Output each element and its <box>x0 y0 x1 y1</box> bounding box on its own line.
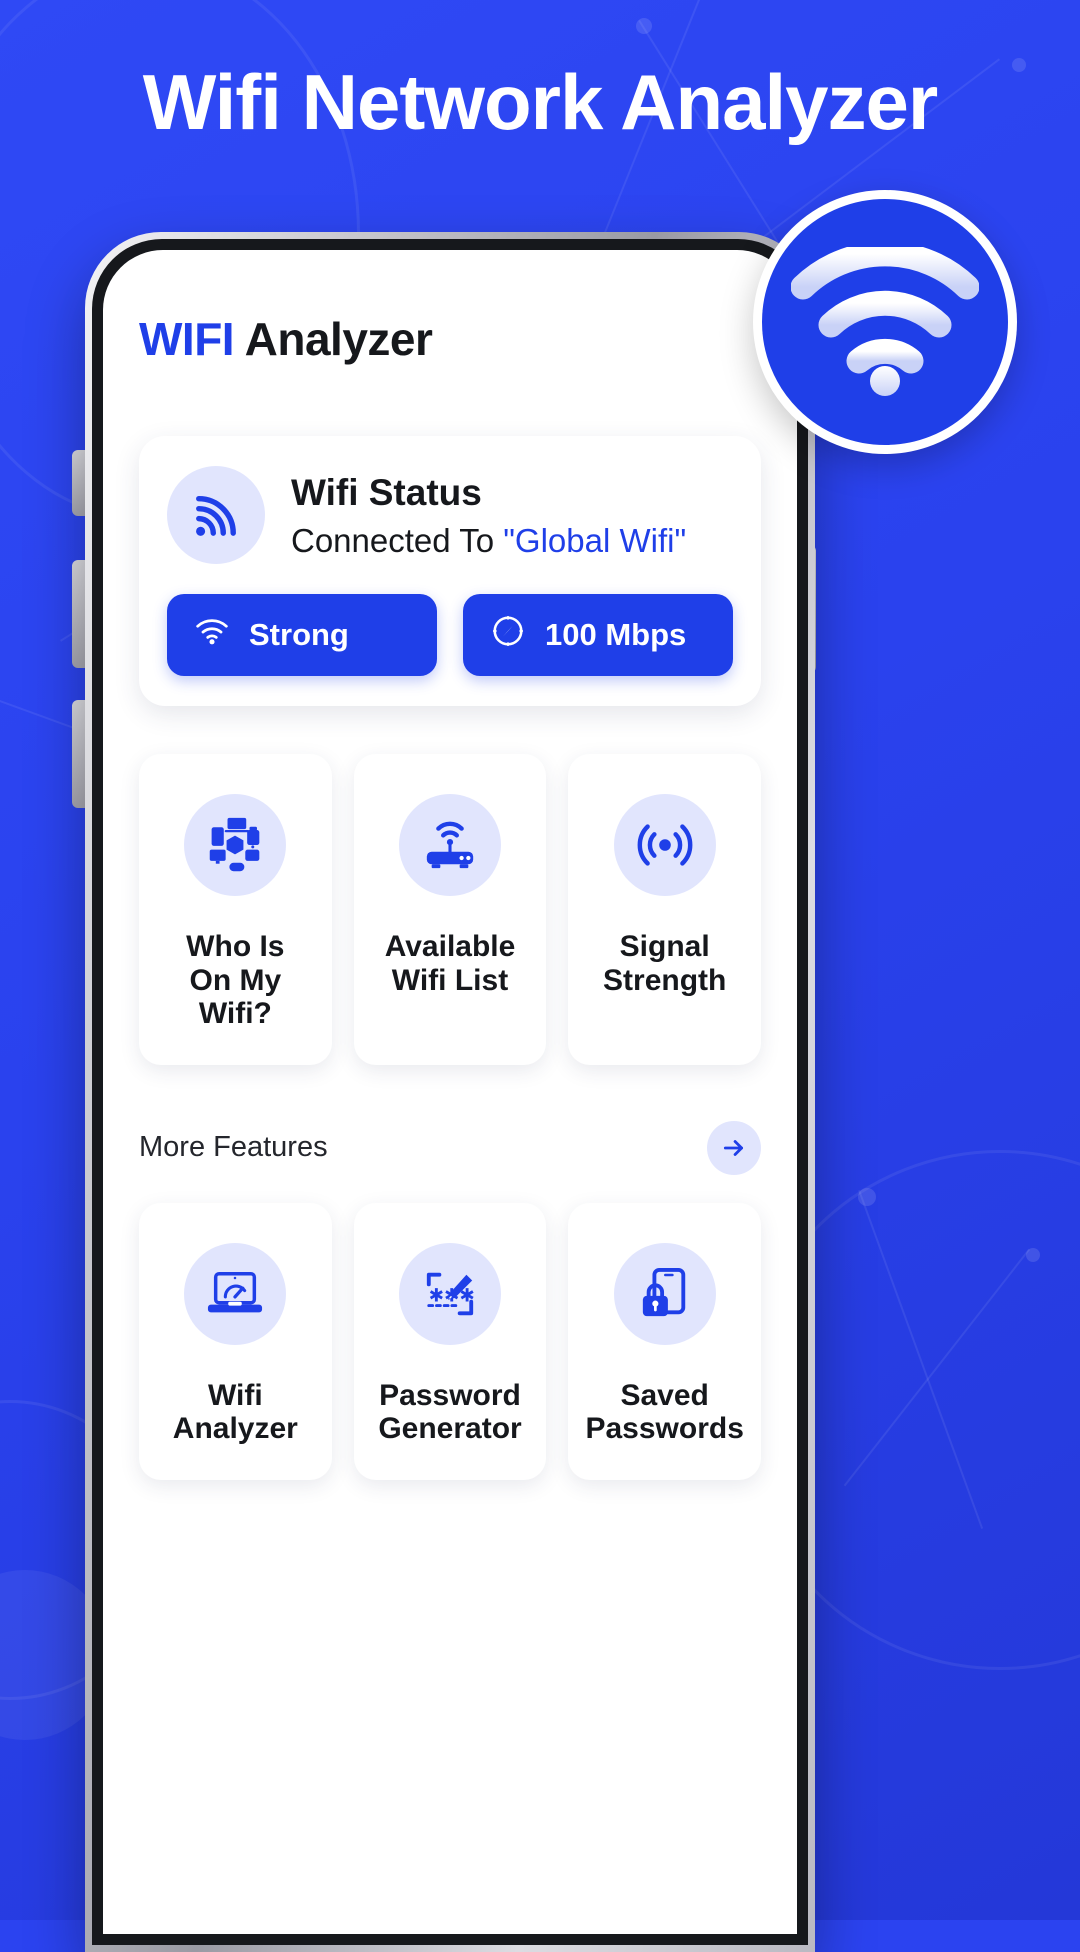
tile-label: Signal Strength <box>603 930 727 997</box>
more-feature-grid: Wifi Analyzer ✱✱✱ <box>139 1202 762 1480</box>
hero-title: Wifi Network Analyzer <box>142 58 939 146</box>
tile-available-wifi-list[interactable]: Available Wifi List <box>353 754 547 1065</box>
bg-dot-decor <box>858 1188 876 1206</box>
password-edit-icon: ✱✱✱ <box>399 1242 501 1345</box>
tile-wifi-analyzer[interactable]: Wifi Analyzer <box>139 1202 332 1480</box>
app-title-wifi: WIFI <box>139 313 235 365</box>
tile-saved-passwords[interactable]: Saved Passwords <box>568 1202 762 1480</box>
tile-label: Who Is On My Wifi? <box>186 930 285 1031</box>
wifi-icon <box>195 617 229 653</box>
phone-mockup: WIFI Analyzer Wifi Status Connected To "… <box>85 232 815 1952</box>
tile-password-generator[interactable]: ✱✱✱ Password Generator <box>353 1202 547 1480</box>
primary-feature-grid: Who Is On My Wifi? Available Wifi List S… <box>139 754 762 1065</box>
router-icon <box>399 794 501 896</box>
signal-strength-label: Strong <box>249 617 349 652</box>
tile-label: Password Generator <box>378 1378 522 1446</box>
signal-radar-icon <box>613 794 716 896</box>
app-title: WIFI Analyzer <box>139 250 761 366</box>
network-name: "Global Wifi" <box>503 522 687 560</box>
wifi-status-card[interactable]: Wifi Status Connected To "Global Wifi" S… <box>139 436 761 706</box>
wifi-logo-icon <box>791 247 979 396</box>
phone-screen: WIFI Analyzer Wifi Status Connected To "… <box>103 250 797 1934</box>
arrow-right-icon[interactable] <box>707 1120 761 1175</box>
devices-network-icon <box>184 794 287 896</box>
speed-pill[interactable]: 100 Mbps <box>463 594 733 676</box>
tile-label: Available Wifi List <box>384 930 516 997</box>
tile-label: Saved Passwords <box>585 1378 744 1446</box>
wifi-status-heading: Wifi Status <box>291 471 482 513</box>
phone-bezel: WIFI Analyzer Wifi Status Connected To "… <box>92 239 808 1945</box>
app-ui-root: WIFI Analyzer Wifi Status Connected To "… <box>103 250 797 1934</box>
tile-label: Wifi Analyzer <box>172 1378 298 1446</box>
speed-label: 100 Mbps <box>545 617 687 652</box>
wifi-signal-icon <box>167 466 265 564</box>
bg-dot-decor <box>1026 1248 1040 1262</box>
connected-label: Connected To <box>291 522 504 560</box>
phone-lock-icon <box>613 1242 716 1345</box>
more-features-title: More Features <box>139 1131 328 1164</box>
tile-who-is-on-my-wifi[interactable]: Who Is On My Wifi? <box>139 754 332 1065</box>
wifi-status-pills: Strong 100 Mbps <box>167 594 733 676</box>
laptop-speed-icon <box>184 1242 287 1345</box>
wifi-status-header: Wifi Status Connected To "Global Wifi" <box>167 466 733 564</box>
more-features-header: More Features <box>139 1120 761 1175</box>
speedometer-icon <box>491 614 525 656</box>
wifi-connected-line: Connected To "Global Wifi" <box>291 522 686 560</box>
tile-signal-strength[interactable]: Signal Strength <box>568 754 762 1065</box>
signal-strength-pill[interactable]: Strong <box>167 594 437 676</box>
hero-banner: Wifi Network Analyzer <box>0 58 1080 146</box>
bg-dot-decor <box>636 18 652 34</box>
app-logo-badge <box>753 190 1017 454</box>
app-title-analyzer: Analyzer <box>234 313 433 365</box>
wifi-status-text: Wifi Status Connected To "Global Wifi" <box>291 470 686 560</box>
